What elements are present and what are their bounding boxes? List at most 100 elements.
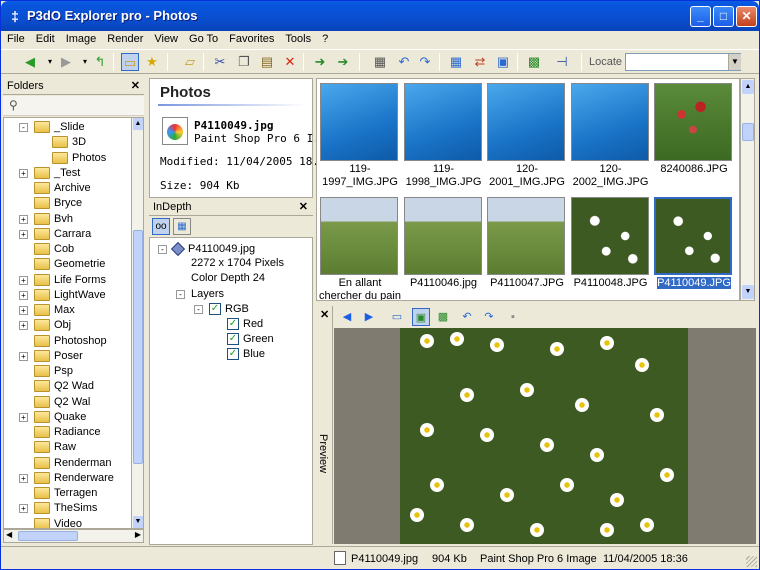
folder-item[interactable]: + Renderware bbox=[4, 471, 131, 486]
thumbnail-image[interactable] bbox=[403, 197, 482, 275]
rotate-right-icon[interactable]: ↷ bbox=[416, 53, 434, 71]
tree-node-layers[interactable]: - Layers bbox=[176, 287, 296, 302]
scroll-left-icon[interactable]: ◀ bbox=[6, 530, 12, 539]
expand-icon[interactable]: + bbox=[19, 229, 28, 239]
folder-item[interactable]: Raw bbox=[4, 440, 131, 455]
folders-toggle-icon[interactable]: ▭ bbox=[121, 53, 139, 71]
thumbnails-view-icon[interactable]: ▦ bbox=[447, 53, 465, 71]
expand-icon[interactable]: + bbox=[19, 275, 28, 285]
menu-item-favorites[interactable]: Favorites bbox=[223, 31, 279, 45]
thumbnail-image[interactable] bbox=[654, 197, 732, 275]
thumbnail-item[interactable]: En allant chercher du pain chez Lo... bbox=[318, 193, 401, 300]
scroll-down-icon[interactable]: ▼ bbox=[742, 285, 754, 299]
thumbnail-item[interactable]: 120-2002_IMG.JPG bbox=[569, 79, 649, 191]
folder-item[interactable]: Cob bbox=[4, 242, 131, 257]
folder-item[interactable]: + LightWave bbox=[4, 288, 131, 303]
expand-icon[interactable]: + bbox=[19, 473, 28, 483]
scroll-right-icon[interactable]: ▶ bbox=[135, 530, 141, 539]
thumbnail-image[interactable] bbox=[570, 197, 649, 275]
thumbnail-scrollbar[interactable]: ▲ ▼ bbox=[740, 78, 755, 301]
folder-item[interactable]: Q2 Wal bbox=[4, 395, 131, 410]
scrollbar-thumb[interactable] bbox=[742, 123, 754, 141]
folder-item[interactable]: Geometrie bbox=[4, 257, 131, 272]
maximize-button[interactable]: □ bbox=[713, 6, 734, 27]
expand-icon[interactable]: + bbox=[19, 290, 28, 300]
rotate-right-icon[interactable]: ↷ bbox=[480, 308, 498, 326]
tree-node-red[interactable]: ✓ Red bbox=[227, 317, 307, 332]
folder-item[interactable]: Q2 Wad bbox=[4, 379, 131, 394]
thumbnail-image[interactable] bbox=[570, 83, 649, 161]
scrollbar-thumb[interactable] bbox=[133, 230, 143, 464]
folder-item[interactable]: Renderman bbox=[4, 456, 131, 471]
expand-icon[interactable]: + bbox=[19, 168, 28, 178]
thumbnail-item[interactable]: 119-1997_IMG.JPG bbox=[318, 79, 398, 191]
folder-item[interactable]: Radiance bbox=[4, 425, 131, 440]
thumbnail-image[interactable] bbox=[654, 83, 732, 161]
collapse-icon[interactable]: - bbox=[194, 305, 203, 314]
folder-item[interactable]: + Obj bbox=[4, 318, 131, 333]
folder-item[interactable]: + Bvh bbox=[4, 212, 131, 227]
expand-icon[interactable]: + bbox=[19, 351, 28, 361]
thumbnail-image[interactable] bbox=[487, 197, 565, 275]
image-properties-icon[interactable]: ▩ bbox=[525, 53, 543, 71]
scroll-up-icon[interactable]: ▲ bbox=[133, 118, 143, 130]
menu-item-edit[interactable]: Edit bbox=[30, 31, 60, 45]
collapse-icon[interactable]: - bbox=[176, 290, 185, 299]
folder-item[interactable]: Archive bbox=[4, 181, 131, 196]
folder-tree-scrollbar[interactable]: ▲ ▼ bbox=[131, 117, 144, 529]
details-view-icon[interactable]: ▣ bbox=[494, 53, 512, 71]
checkbox-checked-icon[interactable]: ✓ bbox=[227, 318, 239, 330]
move-to-icon[interactable]: ➜ bbox=[311, 53, 329, 71]
resize-grip[interactable] bbox=[746, 556, 757, 567]
chevron-down-icon[interactable]: ▼ bbox=[728, 54, 741, 70]
actual-size-icon[interactable]: ▩ bbox=[434, 308, 452, 326]
thumbnail-image[interactable] bbox=[320, 197, 398, 275]
scroll-up-icon[interactable]: ▲ bbox=[742, 80, 754, 94]
menu-item-render[interactable]: Render bbox=[101, 31, 148, 45]
expand-icon[interactable]: + bbox=[19, 214, 28, 224]
collapse-icon[interactable]: - bbox=[158, 245, 167, 254]
folder-item[interactable]: + TheSims bbox=[4, 501, 131, 516]
expand-icon[interactable]: + bbox=[19, 504, 28, 514]
film-strip-icon[interactable]: ▦ bbox=[371, 53, 389, 71]
grid-view-icon[interactable]: ▦ bbox=[173, 218, 191, 235]
thumbnail-item[interactable]: P4110047.JPG bbox=[485, 193, 565, 300]
pin-icon[interactable]: ⊣ bbox=[553, 53, 571, 71]
thumbnail-item[interactable]: P4110048.JPG bbox=[569, 193, 649, 300]
thumbnail-item[interactable]: 8240086.JPG bbox=[652, 79, 732, 191]
glasses-icon[interactable]: oo bbox=[152, 218, 170, 235]
favorites-star-icon[interactable]: ★ bbox=[143, 53, 161, 71]
folder-item[interactable]: Terragen bbox=[4, 486, 131, 501]
tree-node-rgb[interactable]: - ✓ RGB bbox=[194, 302, 294, 317]
rotate-left-icon[interactable]: ↶ bbox=[395, 53, 413, 71]
new-folder-icon[interactable]: ▱ bbox=[181, 53, 199, 71]
title-bar[interactable]: ‡ P3dO Explorer pro - Photos _ □ ✕ bbox=[1, 1, 759, 31]
tree-node-pixels[interactable]: 2272 x 1704 Pixels bbox=[191, 257, 284, 269]
folder-item[interactable]: + Carrara bbox=[4, 227, 131, 242]
tree-node-blue[interactable]: ✓ Blue bbox=[227, 347, 307, 362]
folder-tree-hscrollbar[interactable]: ◀ ▶ bbox=[3, 529, 144, 543]
forward-icon[interactable]: ▶ bbox=[57, 53, 75, 71]
folder-item[interactable]: 3D bbox=[4, 135, 131, 150]
thumbnail-item[interactable]: 119-1998_IMG.JPG bbox=[402, 79, 482, 191]
folder-item[interactable]: Photos bbox=[4, 151, 131, 166]
folder-item[interactable]: Psp bbox=[4, 364, 131, 379]
next-icon[interactable]: ▶ bbox=[360, 308, 378, 326]
paste-icon[interactable]: ▤ bbox=[258, 53, 276, 71]
folder-item[interactable]: Video bbox=[4, 517, 131, 528]
thumbnail-item[interactable]: P4110049.JPG bbox=[652, 193, 732, 300]
folder-item[interactable]: + Quake bbox=[4, 410, 131, 425]
back-icon[interactable]: ◀ bbox=[21, 53, 39, 71]
close-button[interactable]: ✕ bbox=[736, 6, 757, 27]
thumbnail-image[interactable] bbox=[403, 83, 482, 161]
thumbnail-item[interactable]: 120-2001_IMG.JPG bbox=[485, 79, 565, 191]
thumbnail-image[interactable] bbox=[487, 83, 565, 161]
checkbox-checked-icon[interactable]: ✓ bbox=[209, 303, 221, 315]
tree-node-root[interactable]: - P4110049.jpg bbox=[158, 241, 308, 257]
checkbox-checked-icon[interactable]: ✓ bbox=[227, 348, 239, 360]
save-icon[interactable]: ▪ bbox=[504, 308, 522, 326]
collapse-icon[interactable]: - bbox=[19, 123, 28, 132]
close-icon[interactable]: ✕ bbox=[320, 308, 329, 321]
folder-item[interactable]: Photoshop bbox=[4, 334, 131, 349]
fit-window-icon[interactable]: ▭ bbox=[388, 308, 406, 326]
